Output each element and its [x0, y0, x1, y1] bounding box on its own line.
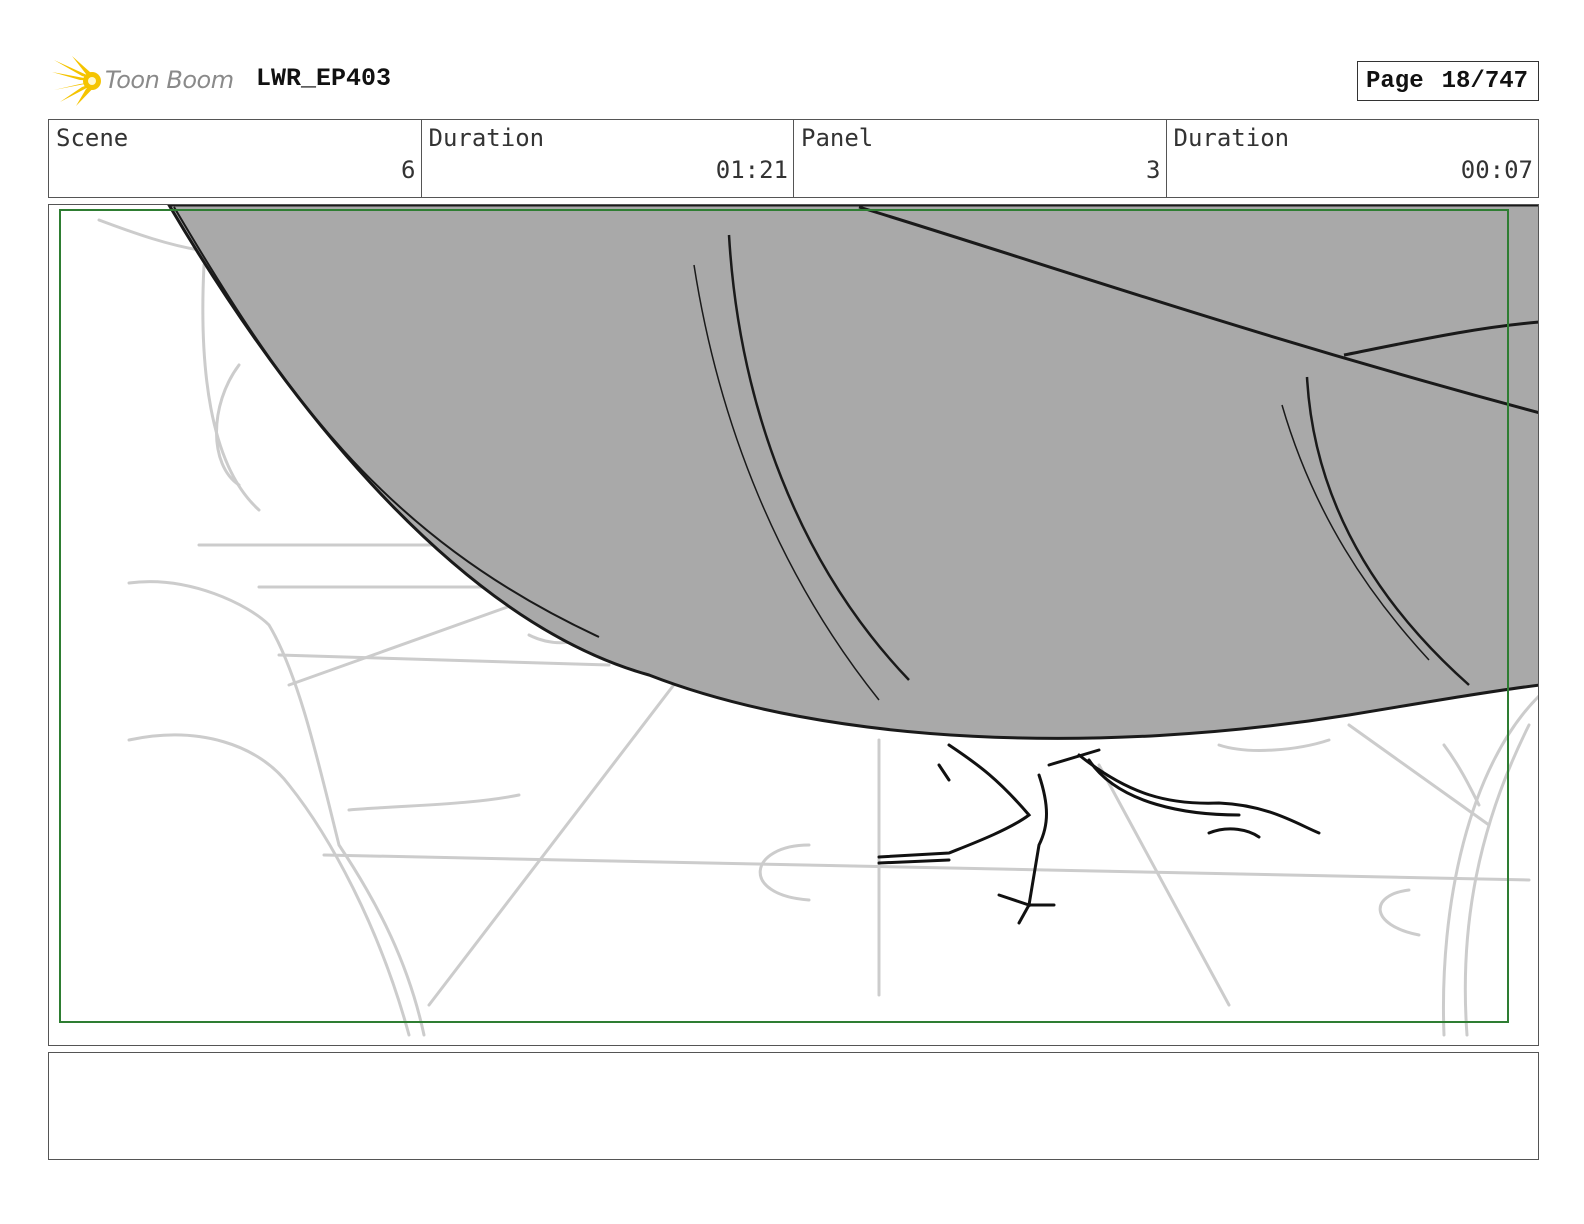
- panel-duration-label: Duration: [1173, 124, 1290, 152]
- scene-duration-cell: Duration 01:21: [422, 120, 794, 197]
- storyboard-panel: [48, 204, 1539, 1046]
- page-number: 18/747: [1441, 67, 1529, 95]
- panel-value: 3: [1146, 156, 1161, 184]
- panel-info-row: Scene 6 Duration 01:21 Panel 3 Duration …: [48, 119, 1539, 198]
- panel-notes: [48, 1052, 1539, 1160]
- panel-duration-value: 00:07: [1460, 156, 1533, 184]
- scene-value: 6: [401, 156, 416, 184]
- page-indicator: Page 18/747: [1357, 61, 1539, 101]
- panel-sketch: [59, 205, 1538, 1037]
- panel-cell: Panel 3: [794, 120, 1167, 197]
- scene-duration-value: 01:21: [715, 156, 788, 184]
- panel-label: Panel: [801, 124, 874, 152]
- page-label: Page: [1366, 67, 1424, 95]
- scene-cell: Scene 6: [49, 120, 422, 197]
- logo-text: Toon Boom: [105, 66, 234, 94]
- scene-label: Scene: [56, 124, 129, 152]
- scene-duration-label: Duration: [428, 124, 545, 152]
- panel-duration-cell: Duration 00:07: [1167, 120, 1539, 197]
- project-title: LWR_EP403: [256, 64, 392, 93]
- bird-legs: [877, 743, 1321, 925]
